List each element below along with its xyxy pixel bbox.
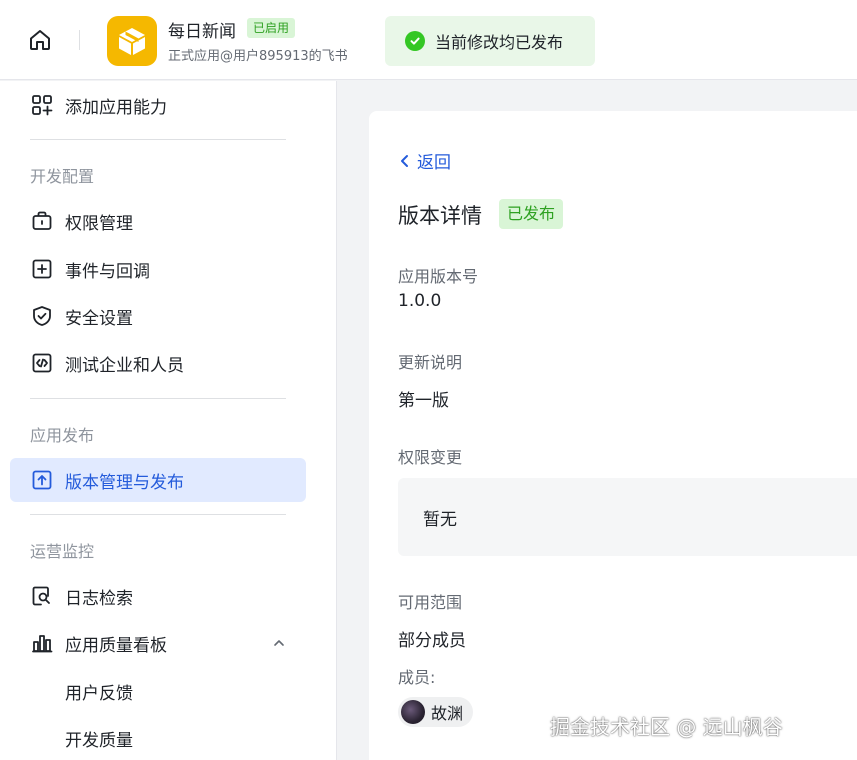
chevron-up-icon[interactable] (272, 635, 286, 655)
section-title-monitor: 运营监控 (30, 542, 95, 561)
sidebar-item-label: 权限管理 (65, 213, 133, 234)
member-name: 故渊 (431, 704, 464, 723)
app-subtitle: 正式应用@用户895913的飞书 (168, 49, 348, 64)
version-value: 1.0.0 (398, 291, 442, 311)
sidebar-item-events[interactable]: 事件与回调 (10, 247, 306, 291)
toast-text: 当前修改均已发布 (435, 33, 564, 52)
watermark: 掘金技术社区 @ 远山枫谷 (550, 715, 783, 739)
section-title-dev-config: 开发配置 (30, 167, 95, 186)
sidebar-item-test-enterprise[interactable]: 测试企业和人员 (10, 341, 306, 385)
sidebar-item-label: 事件与回调 (65, 261, 150, 282)
header-divider (79, 30, 80, 50)
scope-label: 可用范围 (398, 593, 463, 612)
sidebar-item-add-capability[interactable]: 添加应用能力 (10, 83, 306, 127)
grid-add-icon (30, 93, 54, 117)
sidebar-item-label: 用户反馈 (65, 683, 133, 704)
perm-change-label: 权限变更 (398, 448, 463, 467)
sidebar-divider (30, 398, 286, 399)
scope-value: 部分成员 (398, 631, 466, 651)
sidebar-item-dev-quality[interactable]: 开发质量 (10, 716, 306, 760)
notes-label: 更新说明 (398, 353, 463, 372)
upload-icon (30, 468, 54, 492)
sidebar: 添加应用能力 开发配置 权限管理 事件与回调 安全设置 测试企业和人员 应用发布… (0, 81, 337, 760)
page-title: 版本详情 (398, 204, 482, 228)
chevron-left-icon (401, 154, 408, 167)
event-add-icon (30, 257, 54, 281)
version-label: 应用版本号 (398, 267, 479, 286)
sidebar-item-label: 测试企业和人员 (65, 355, 184, 376)
version-detail-card: 返回 版本详情 已发布 应用版本号 1.0.0 更新说明 第一版 权限变更 暂无… (369, 111, 857, 760)
app-logo (107, 16, 157, 66)
app-status-badge: 已启用 (247, 18, 296, 38)
log-search-icon (30, 584, 54, 608)
success-toast: 当前修改均已发布 (385, 16, 595, 66)
sidebar-item-quality-board[interactable]: 应用质量看板 (10, 621, 306, 665)
sidebar-item-log-search[interactable]: 日志检索 (10, 574, 306, 618)
sidebar-item-label: 日志检索 (65, 588, 133, 609)
notes-value: 第一版 (398, 391, 449, 411)
perm-change-value: 暂无 (423, 509, 457, 530)
shield-check-icon (30, 304, 54, 328)
sidebar-item-label: 应用质量看板 (65, 635, 167, 656)
members-label: 成员: (398, 668, 436, 687)
back-label: 返回 (417, 153, 451, 173)
sidebar-item-feedback[interactable]: 用户反馈 (10, 669, 306, 713)
top-header: 每日新闻 已启用 正式应用@用户895913的飞书 当前修改均已发布 (0, 0, 857, 80)
code-icon (30, 351, 54, 375)
sidebar-item-version-publish[interactable]: 版本管理与发布 (10, 458, 306, 502)
check-circle-icon (405, 31, 425, 51)
sidebar-item-permissions[interactable]: 权限管理 (10, 199, 306, 243)
sidebar-item-label: 开发质量 (65, 730, 133, 751)
avatar (401, 700, 425, 724)
back-link[interactable]: 返回 (399, 148, 451, 173)
sidebar-item-security[interactable]: 安全设置 (10, 294, 306, 338)
bar-chart-icon (30, 631, 54, 655)
sidebar-item-label: 版本管理与发布 (65, 472, 184, 493)
app-name: 每日新闻 (168, 22, 236, 42)
briefcase-lock-icon (30, 209, 54, 233)
status-badge: 已发布 (499, 199, 564, 229)
section-title-publish: 应用发布 (30, 426, 95, 445)
member-chip[interactable]: 故渊 (398, 697, 474, 727)
sidebar-item-label: 安全设置 (65, 308, 133, 329)
sidebar-item-label: 添加应用能力 (65, 97, 167, 118)
home-icon[interactable] (26, 26, 54, 54)
sidebar-divider (30, 139, 286, 140)
sidebar-divider (30, 514, 286, 515)
perm-change-box: 暂无 (398, 478, 857, 556)
